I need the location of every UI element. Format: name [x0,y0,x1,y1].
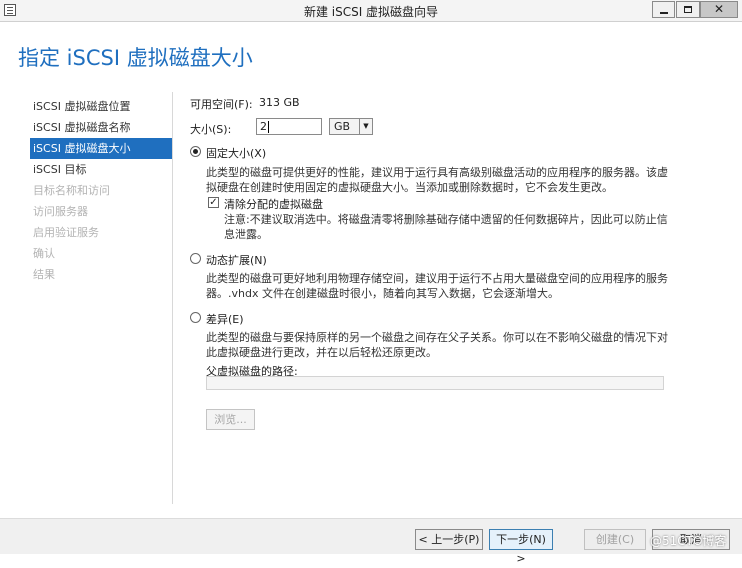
clear-allocated-checkbox[interactable]: ✓ [208,197,219,208]
dynamic-desc-line2: 器。.vhdx 文件在创建磁盘时很小，随着向其写入数据，它会逐渐增大。 [206,287,559,300]
maximize-button[interactable] [676,1,700,18]
nav-step-disk-name[interactable]: iSCSI 虚拟磁盘名称 [30,117,172,138]
size-label: 大小(S): [190,123,232,136]
fixed-size-desc-line1: 此类型的磁盘可提供更好的性能，建议用于运行具有高级别磁盘活动的应用程序的服务器。… [206,166,668,179]
page-title: 指定 iSCSI 虚拟磁盘大小 [18,46,253,70]
size-input-value: 2 [260,120,267,133]
fixed-size-label[interactable]: 固定大小(X) [206,145,266,161]
clear-note-line1: 注意:不建议取消选中。将磁盘清零将删除基础存储中遗留的任何数据碎片，因此可以防止… [224,213,668,226]
clear-note-line2: 息泄露。 [224,228,268,241]
size-input[interactable]: 2 [256,118,322,135]
nav-step-disk-location[interactable]: iSCSI 虚拟磁盘位置 [30,96,172,117]
create-button: 创建(C) [584,529,646,550]
nav-step-enable-auth: 启用验证服务 [33,226,99,239]
browse-button: 浏览... [206,409,255,430]
nav-divider [172,92,173,504]
size-unit-select[interactable]: GB ▼ [329,118,373,135]
previous-button[interactable]: < 上一步(P) [415,529,483,550]
next-button[interactable]: 下一步(N) > [489,529,553,565]
dynamic-expand-label[interactable]: 动态扩展(N) [206,252,267,268]
clear-allocated-label[interactable]: 清除分配的虚拟磁盘 [224,196,323,212]
fixed-size-desc-line2: 拟硬盘在创建时使用固定的虚拟硬盘大小。当添加或删除数据时，它不会发生更改。 [206,181,613,194]
close-button[interactable] [700,1,738,18]
dropdown-arrow-icon[interactable]: ▼ [359,119,372,134]
watermark-text: @51CTO博客 [650,534,727,548]
differencing-desc-line1: 此类型的磁盘与要保持原样的另一个磁盘之间存在父子关系。你可以在不影响父磁盘的情况… [206,331,668,344]
differencing-desc-line2: 此虚拟硬盘进行更改，并在以后轻松还原更改。 [206,346,437,359]
dynamic-expand-radio[interactable] [190,253,201,264]
nav-step-disk-size[interactable]: iSCSI 虚拟磁盘大小 [30,138,172,159]
text-caret [268,121,269,133]
nav-step-results: 结果 [33,268,55,281]
window-title: 新建 iSCSI 虚拟磁盘向导 [303,5,439,19]
wizard-steps-nav: iSCSI 虚拟磁盘位置 iSCSI 虚拟磁盘名称 iSCSI 虚拟磁盘大小 i… [30,96,172,285]
size-unit-value: GB [334,120,351,133]
nav-step-iscsi-target[interactable]: iSCSI 目标 [30,159,172,180]
parent-path-input [206,376,664,390]
free-space-label: 可用空间(F): [190,98,253,111]
nav-step-target-name-access: 目标名称和访问 [33,184,110,197]
title-bar: 新建 iSCSI 虚拟磁盘向导 [0,0,742,22]
nav-step-access-servers: 访问服务器 [33,205,88,218]
fixed-size-radio[interactable] [190,146,201,157]
differencing-radio[interactable] [190,312,201,323]
minimize-button[interactable] [652,1,675,18]
free-space-value: 313 GB [259,96,300,109]
differencing-label[interactable]: 差异(E) [206,311,244,327]
dynamic-desc-line1: 此类型的磁盘可更好地利用物理存储空间，建议用于运行不占用大量磁盘空间的应用程序的… [206,272,668,285]
nav-step-confirmation: 确认 [33,247,55,260]
